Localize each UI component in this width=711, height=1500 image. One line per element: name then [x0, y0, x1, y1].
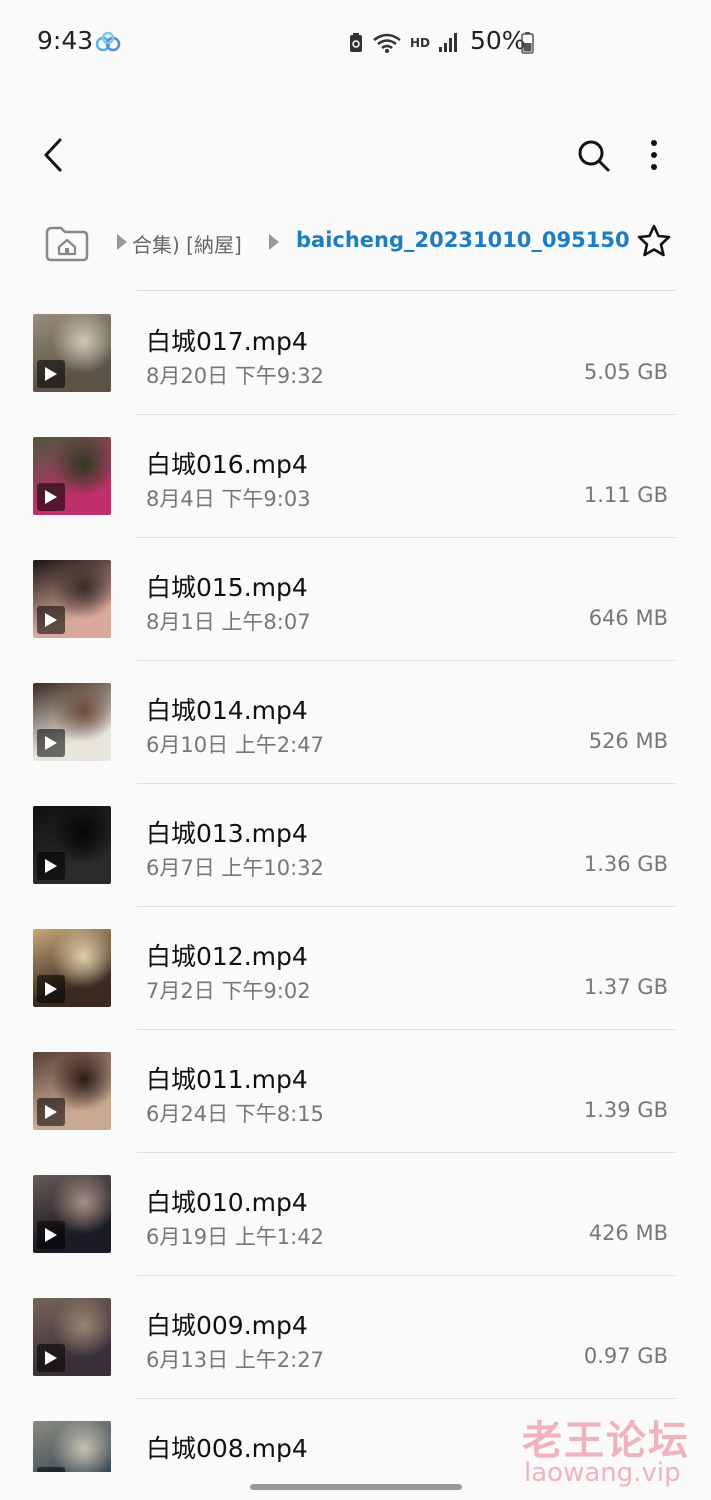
search-icon[interactable] [574, 134, 612, 176]
home-icon[interactable] [44, 223, 90, 263]
breadcrumb-current[interactable]: baicheng_20231010_095150 [296, 228, 630, 252]
list-top-divider [137, 290, 675, 291]
play-icon [37, 360, 65, 388]
play-icon [37, 975, 65, 1003]
file-size: 1.36 GB [583, 852, 668, 876]
file-date: 6月24日 下午8:15 [146, 1102, 324, 1126]
file-name: 白城011.mp4 [146, 1065, 308, 1094]
file-row[interactable]: 白城016.mp4 8月4日 下午9:03 1.11 GB [0, 415, 711, 538]
play-icon [37, 1467, 65, 1472]
play-icon [37, 852, 65, 880]
file-row[interactable]: 白城012.mp4 7月2日 下午9:02 1.37 GB [0, 907, 711, 1030]
file-date: 6月10日 上午2:47 [146, 733, 324, 757]
file-list: 白城017.mp4 8月20日 下午9:32 5.05 GB 白城016.mp4 8月4… [0, 292, 711, 1472]
battery-saver-icon [350, 33, 362, 52]
play-icon [37, 729, 65, 757]
play-icon [37, 606, 65, 634]
file-row[interactable]: 白城011.mp4 6月24日 下午8:15 1.39 GB [0, 1030, 711, 1153]
file-name: 白城013.mp4 [146, 819, 308, 848]
status-bar: 9:43 HD 50% [0, 0, 711, 86]
file-size: 426 MB [588, 1221, 668, 1245]
file-row[interactable]: 白城015.mp4 8月1日 上午8:07 646 MB [0, 538, 711, 661]
video-thumbnail [33, 1052, 111, 1130]
chevron-right-icon [269, 234, 279, 250]
file-row[interactable]: 白城013.mp4 6月7日 上午10:32 1.36 GB [0, 784, 711, 907]
video-thumbnail [33, 683, 111, 761]
video-thumbnail [33, 560, 111, 638]
play-icon [37, 483, 65, 511]
file-date: 2023年10月16日 上午10:17 [146, 1467, 425, 1472]
video-thumbnail [33, 1298, 111, 1376]
signal-icon [439, 33, 458, 52]
file-name: 白城017.mp4 [146, 327, 308, 356]
gesture-bar[interactable] [250, 1484, 462, 1490]
file-size: 1.11 GB [583, 483, 668, 507]
file-row[interactable]: 白城009.mp4 6月13日 上午2:27 0.97 GB [0, 1276, 711, 1399]
file-date: 7月2日 下午9:02 [146, 979, 311, 1003]
file-date: 8月1日 上午8:07 [146, 610, 311, 634]
file-row[interactable]: 白城014.mp4 6月10日 上午2:47 526 MB [0, 661, 711, 784]
hd-label: HD [410, 36, 431, 50]
play-icon [37, 1098, 65, 1126]
battery-percent: 50% [470, 26, 526, 55]
back-arrow-icon[interactable] [36, 134, 72, 176]
file-name: 白城014.mp4 [146, 696, 308, 725]
file-name: 白城015.mp4 [146, 573, 308, 602]
chevron-right-icon [117, 234, 127, 250]
file-name: 白城009.mp4 [146, 1311, 308, 1340]
file-name: 白城012.mp4 [146, 942, 308, 971]
file-date: 8月4日 下午9:03 [146, 487, 311, 511]
video-thumbnail [33, 314, 111, 392]
status-time: 9:43 [37, 26, 94, 55]
file-size: 526 MB [588, 729, 668, 753]
file-size: 1.37 GB [583, 975, 668, 999]
star-icon[interactable] [636, 223, 672, 259]
status-icons: HD [348, 28, 458, 58]
play-icon [37, 1344, 65, 1372]
toolbar [0, 110, 711, 200]
file-date: 6月13日 上午2:27 [146, 1348, 324, 1372]
more-vertical-icon[interactable] [640, 134, 668, 176]
file-date: 8月20日 下午9:32 [146, 364, 324, 388]
breadcrumb: 合集) [納屋] baicheng_20231010_095150 [0, 215, 711, 275]
video-thumbnail [33, 806, 111, 884]
video-thumbnail [33, 437, 111, 515]
battery-icon [521, 32, 534, 54]
cloud-sync-icon [95, 31, 121, 52]
video-thumbnail [33, 1421, 111, 1472]
file-size: 5.05 GB [583, 360, 668, 384]
file-row[interactable]: 白城010.mp4 6月19日 上午1:42 426 MB [0, 1153, 711, 1276]
file-size: 646 MB [588, 606, 668, 630]
file-name: 白城008.mp4 [146, 1434, 308, 1463]
file-size: 0.97 GB [583, 1344, 668, 1368]
file-row[interactable]: 白城017.mp4 8月20日 下午9:32 5.05 GB [0, 292, 711, 415]
file-name: 白城016.mp4 [146, 450, 308, 479]
file-date: 6月19日 上午1:42 [146, 1225, 324, 1249]
wifi-icon [373, 33, 401, 53]
breadcrumb-parent[interactable]: 合集) [納屋] [132, 229, 242, 258]
file-date: 6月7日 上午10:32 [146, 856, 324, 880]
video-thumbnail [33, 1175, 111, 1253]
file-size: 1.39 GB [583, 1098, 668, 1122]
video-thumbnail [33, 929, 111, 1007]
file-row[interactable]: 白城008.mp4 2023年10月16日 上午10:17 [0, 1399, 711, 1472]
play-icon [37, 1221, 65, 1249]
file-name: 白城010.mp4 [146, 1188, 308, 1217]
